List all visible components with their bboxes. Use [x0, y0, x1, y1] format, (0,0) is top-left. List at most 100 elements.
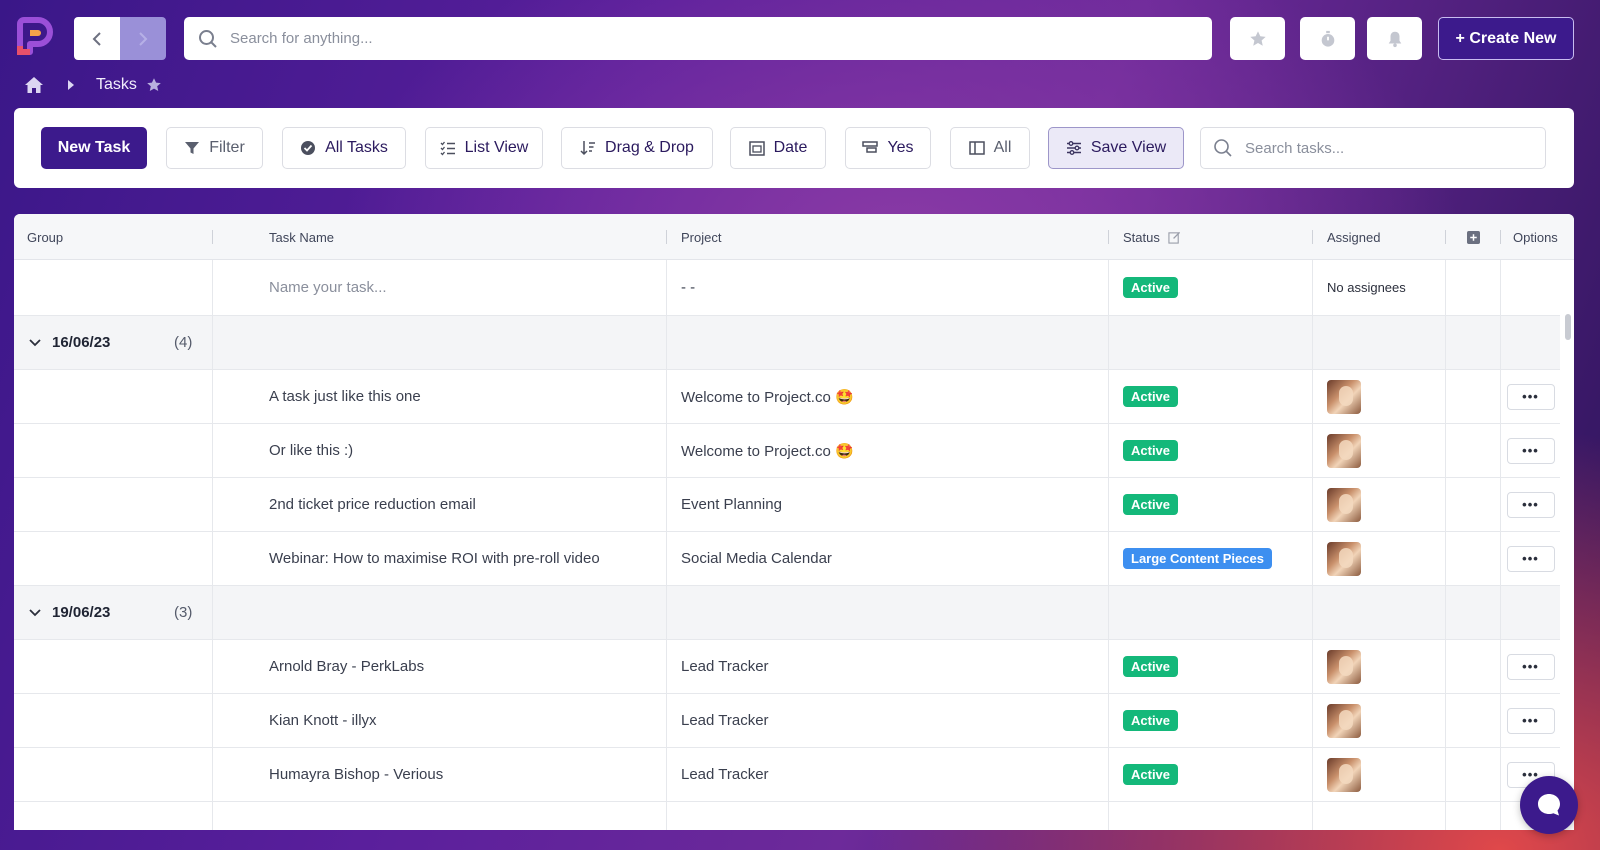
date-button[interactable]: Date	[730, 127, 826, 169]
all-columns-button[interactable]: All	[950, 127, 1030, 169]
list-view-button[interactable]: List View	[425, 127, 543, 169]
task-name[interactable]: 2nd ticket price reduction email	[269, 496, 476, 513]
column-header-status[interactable]: Status	[1109, 214, 1313, 260]
filter-button[interactable]: Filter	[166, 127, 263, 169]
avatar[interactable]	[1327, 487, 1361, 522]
project-name[interactable]: Welcome to Project.co 🤩	[681, 388, 854, 406]
status-cell[interactable]: Active	[1109, 424, 1313, 477]
task-name[interactable]: Webinar: How to maximise ROI with pre-ro…	[269, 550, 600, 567]
table-row[interactable]: A task just like this one Welcome to Pro…	[14, 370, 1560, 424]
status-badge[interactable]: Active	[1123, 440, 1179, 461]
star-icon[interactable]	[146, 77, 162, 93]
status-cell[interactable]: Active	[1109, 260, 1313, 315]
avatar[interactable]	[1327, 757, 1361, 792]
project-cell[interactable]: Welcome to Project.co 🤩	[667, 370, 1109, 423]
scroll-thumb[interactable]	[1565, 314, 1571, 340]
project-name[interactable]: Lead Tracker	[681, 766, 769, 783]
assigned-cell[interactable]	[1313, 640, 1446, 693]
table-row[interactable]: Webinar: How to maximise ROI with pre-ro…	[14, 532, 1560, 586]
forward-button[interactable]	[120, 17, 166, 60]
project-cell[interactable]: Social Media Calendar	[667, 532, 1109, 585]
task-name-cell[interactable]: A task just like this one	[213, 370, 667, 423]
avatar[interactable]	[1327, 379, 1361, 414]
table-row[interactable]: 2nd ticket price reduction email Event P…	[14, 478, 1560, 532]
new-task-name-input[interactable]	[269, 279, 649, 296]
group-row[interactable]: 19/06/23 (3)	[14, 586, 1560, 640]
avatar[interactable]	[1327, 433, 1361, 468]
table-row[interactable]: Or like this :) Welcome to Project.co 🤩 …	[14, 424, 1560, 478]
assigned-cell[interactable]	[1313, 694, 1446, 747]
task-name-cell[interactable]: Or like this :)	[213, 424, 667, 477]
status-cell[interactable]: Active	[1109, 748, 1313, 801]
project-cell[interactable]: Welcome to Project.co 🤩	[667, 424, 1109, 477]
task-name-cell[interactable]: 2nd ticket price reduction email	[213, 478, 667, 531]
drag-drop-button[interactable]: Drag & Drop	[561, 127, 713, 169]
assigned-cell[interactable]	[1313, 370, 1446, 423]
status-badge[interactable]: Active	[1123, 656, 1179, 677]
row-options-button[interactable]: •••	[1506, 491, 1555, 518]
notifications-button[interactable]	[1367, 17, 1422, 60]
status-badge[interactable]: Active	[1123, 386, 1179, 407]
project-name[interactable]: Lead Tracker	[681, 658, 769, 675]
project-cell[interactable]: Lead Tracker	[667, 640, 1109, 693]
status-cell[interactable]: Active	[1109, 478, 1313, 531]
avatar[interactable]	[1327, 541, 1361, 576]
assigned-cell[interactable]: No assignees	[1313, 260, 1446, 315]
status-badge[interactable]: Active	[1123, 494, 1179, 515]
assigned-cell[interactable]	[1313, 532, 1446, 585]
project-cell[interactable]: Event Planning	[667, 478, 1109, 531]
edit-icon[interactable]	[1168, 231, 1181, 244]
chat-button[interactable]	[1520, 776, 1578, 834]
status-cell[interactable]: Large Content Pieces	[1109, 532, 1313, 585]
new-task-button[interactable]: New Task	[41, 127, 147, 169]
timer-button[interactable]	[1300, 17, 1355, 60]
chevron-down-icon[interactable]	[28, 338, 42, 348]
avatar[interactable]	[1327, 649, 1361, 684]
global-search-input[interactable]	[230, 30, 1130, 47]
group-header-cell[interactable]: 19/06/23 (3)	[14, 586, 213, 639]
assigned-cell[interactable]	[1313, 478, 1446, 531]
chevron-down-icon[interactable]	[28, 608, 42, 618]
project-name[interactable]: Welcome to Project.co 🤩	[681, 442, 854, 460]
project-name[interactable]: Event Planning	[681, 496, 782, 513]
create-new-button[interactable]: + Create New	[1438, 17, 1574, 60]
task-name-cell[interactable]: Webinar: How to maximise ROI with pre-ro…	[213, 532, 667, 585]
column-header-task-name[interactable]: Task Name	[213, 214, 667, 260]
table-row[interactable]: Arnold Bray - PerkLabs Lead Tracker Acti…	[14, 640, 1560, 694]
back-button[interactable]	[74, 17, 120, 60]
row-options-button[interactable]: •••	[1506, 437, 1555, 464]
project-cell[interactable]: Lead Tracker	[667, 694, 1109, 747]
all-tasks-button[interactable]: All Tasks	[282, 127, 406, 169]
task-name[interactable]: A task just like this one	[269, 388, 421, 405]
task-name-cell[interactable]: Humayra Bishop - Verious	[213, 748, 667, 801]
column-header-group[interactable]: Group	[14, 214, 213, 260]
row-options-button[interactable]: •••	[1506, 383, 1555, 410]
table-row[interactable]: Humayra Bishop - Verious Lead Tracker Ac…	[14, 748, 1560, 802]
assigned-cell[interactable]	[1313, 748, 1446, 801]
row-options-button[interactable]: •••	[1506, 653, 1555, 680]
project-name[interactable]: Social Media Calendar	[681, 550, 832, 567]
group-row[interactable]: 16/06/23 (4)	[14, 316, 1560, 370]
status-badge[interactable]: Active	[1123, 764, 1179, 785]
save-view-button[interactable]: Save View	[1048, 127, 1184, 169]
yes-button[interactable]: Yes	[845, 127, 931, 169]
row-options-button[interactable]: •••	[1506, 545, 1555, 572]
task-name[interactable]: Kian Knott - illyx	[269, 712, 377, 729]
project-cell[interactable]: - -	[667, 260, 1109, 315]
status-badge[interactable]: Large Content Pieces	[1123, 548, 1272, 569]
task-name[interactable]: Humayra Bishop - Verious	[269, 766, 443, 783]
column-header-project[interactable]: Project	[667, 214, 1109, 260]
row-options-button[interactable]: •••	[1506, 707, 1555, 734]
status-cell[interactable]: Active	[1109, 694, 1313, 747]
task-name-cell[interactable]: Arnold Bray - PerkLabs	[213, 640, 667, 693]
column-header-assigned[interactable]: Assigned	[1313, 214, 1446, 260]
table-row[interactable]: Kian Knott - illyx Lead Tracker Active •…	[14, 694, 1560, 748]
add-column-button[interactable]	[1446, 214, 1501, 260]
task-name[interactable]: Or like this :)	[269, 442, 353, 459]
status-cell[interactable]: Active	[1109, 640, 1313, 693]
group-header-cell[interactable]: 16/06/23 (4)	[14, 316, 213, 369]
status-cell[interactable]: Active	[1109, 370, 1313, 423]
table-scrollbar[interactable]	[1564, 260, 1572, 830]
status-badge[interactable]: Active	[1123, 710, 1179, 731]
favorites-button[interactable]	[1230, 17, 1285, 60]
